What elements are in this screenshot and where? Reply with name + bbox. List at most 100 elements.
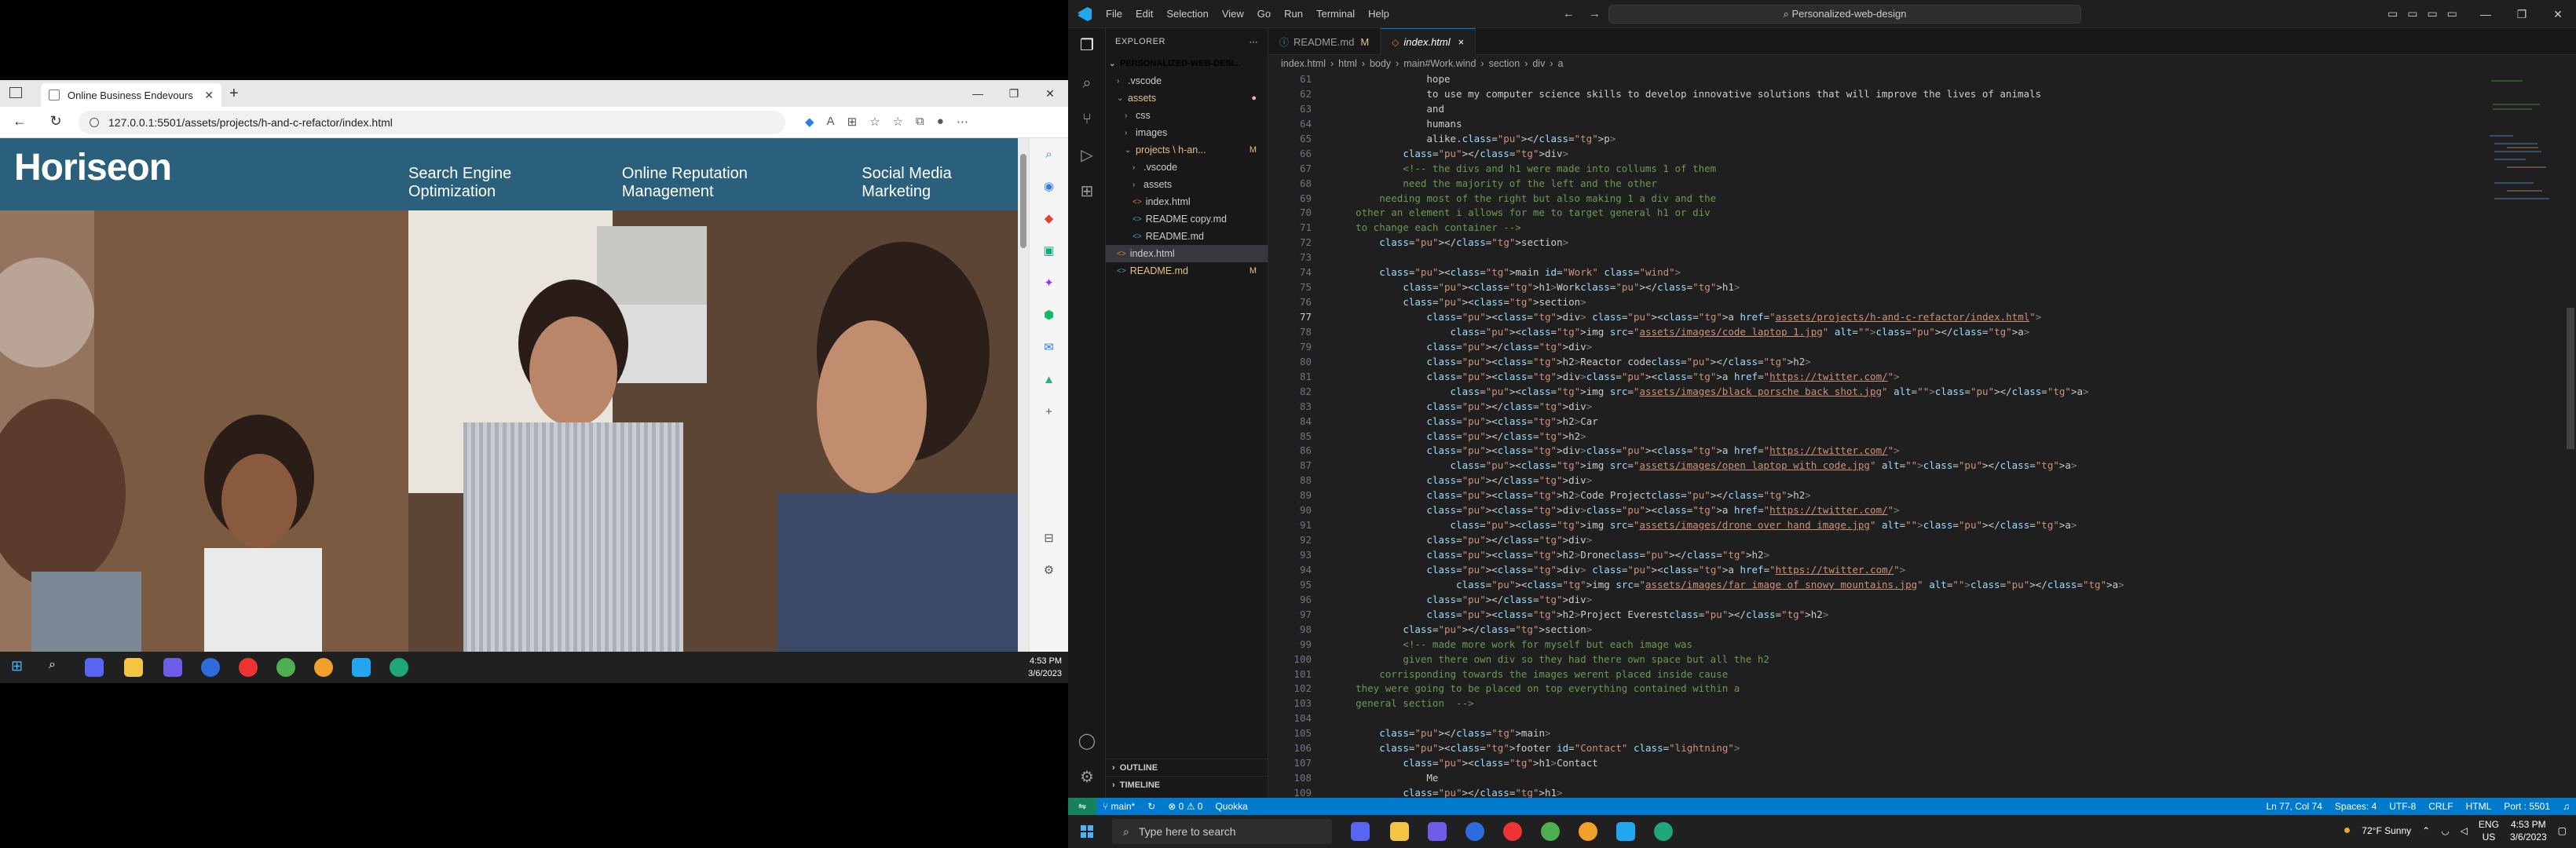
manage-gear-icon[interactable]: ⚙ [1078,768,1096,787]
code-line[interactable]: 71 to change each container --> [1268,221,2446,236]
minimap[interactable] [2483,72,2562,386]
code-line[interactable]: 67 <!-- the divs and h1 were made into c… [1268,162,2446,177]
weather-icon[interactable]: ● [2344,824,2351,838]
maximize-button[interactable]: ❐ [996,80,1032,107]
file-item[interactable]: <> README.md [1106,228,1268,245]
folder-item[interactable]: ⌄ assets ● [1106,90,1268,107]
account-icon[interactable]: ◯ [1078,732,1096,751]
close-window-button[interactable]: ✕ [1032,80,1068,107]
language-indicator[interactable]: ENG US [2479,818,2499,843]
quokka-status[interactable]: Quokka [1209,801,1253,812]
nav-link-reputation[interactable]: Online Reputation Management [622,165,838,201]
code-line[interactable]: 92 class="pu"></class="tg">div> [1268,533,2446,548]
file-explorer-icon[interactable] [1390,822,1409,841]
site-logo[interactable]: Horiseon [14,146,172,189]
chrome-icon[interactable] [1541,822,1560,841]
chrome-icon[interactable] [276,658,295,677]
close-tab-icon[interactable]: ✕ [204,89,214,102]
code-line[interactable]: 105 class="pu"></class="tg">main> [1268,726,2446,741]
taskbar-search[interactable]: ⌕ Type here to search [1112,819,1332,844]
vscode-icon[interactable] [1616,822,1635,841]
code-line[interactable]: 87 class="pu"><class="tg">img src="asset… [1268,459,2446,473]
layout-icons[interactable]: ▭▭▭▭ [2388,7,2467,20]
vscode-icon[interactable] [352,658,371,677]
breadcrumb-item[interactable]: section [1489,58,1520,69]
clock[interactable]: 4:53 PM 3/6/2023 [2510,818,2547,843]
sync-icon[interactable]: ↻ [1141,801,1162,812]
source-control-icon[interactable]: ⑂ [1078,110,1096,129]
breadcrumb-item[interactable]: main#Work.wind [1403,58,1476,69]
close-tab-icon[interactable]: × [1458,36,1465,48]
folder-item[interactable]: › images [1106,124,1268,141]
code-line[interactable]: 103 general section --> [1268,696,2446,711]
line-ending[interactable]: CRLF [2422,801,2459,812]
zoom-icon[interactable] [201,658,220,677]
history-nav-icons[interactable]: ←→ [1563,7,1615,20]
code-line[interactable]: 96 class="pu"></class="tg">div> [1268,593,2446,608]
live-server-port[interactable]: Port : 5501 [2497,801,2556,812]
code-line[interactable]: 109 class="pu"></class="tg">h1> [1268,786,2446,798]
volume-icon[interactable]: ◁ [2461,825,2468,836]
code-line[interactable]: 76 class="pu"><class="tg">section> [1268,295,2446,310]
code-line[interactable]: 91 class="pu"><class="tg">img src="asset… [1268,518,2446,533]
discord-icon[interactable] [1351,822,1370,841]
office-icon[interactable]: ⬢ [1030,299,1068,331]
code-line[interactable]: 102 they were going to be placed on top … [1268,682,2446,696]
nav-link-social[interactable]: Social Media Marketing [862,165,1021,201]
file-item[interactable]: <> README copy.md [1106,210,1268,228]
code-line[interactable]: 64 humans [1268,117,2446,132]
code-line[interactable]: 72 class="pu"></class="tg">section> [1268,236,2446,250]
breadcrumb-item[interactable]: index.html [1281,58,1326,69]
code-line[interactable]: 62 to use my computer science skills to … [1268,87,2446,102]
editor-scrollbar[interactable] [2565,72,2576,798]
start-icon[interactable] [1081,825,1093,838]
breadcrumb-item[interactable]: html [1338,58,1357,69]
code-line[interactable]: 61 hope [1268,72,2446,87]
file-item[interactable]: <> index.html [1106,193,1268,210]
nav-link-seo[interactable]: Search Engine Optimization [408,165,598,201]
branch-status[interactable]: ⑂ main* [1096,801,1141,812]
tools-icon[interactable]: ▣ [1030,235,1068,267]
drop-icon[interactable]: ▲ [1030,364,1068,396]
split-icon[interactable]: ⊟ [1030,522,1068,554]
minimize-button[interactable]: — [960,80,996,107]
code-line[interactable]: 65 alike.class="pu"></class="tg">p> [1268,132,2446,147]
menu-item-go[interactable]: Go [1257,8,1271,20]
code-line[interactable]: 86 class="pu"><class="tg">div>class="pu"… [1268,444,2446,459]
folder-item[interactable]: › css [1106,107,1268,124]
opera-icon[interactable] [1503,822,1522,841]
new-tab-icon[interactable]: + [229,85,239,103]
app-icon[interactable] [1428,822,1447,841]
code-line[interactable]: 88 class="pu"></class="tg">div> [1268,473,2446,488]
discover-icon[interactable]: ◉ [1030,170,1068,203]
folder-item[interactable]: › assets [1106,176,1268,193]
app-available-icon[interactable]: ⊞ [847,115,858,129]
network-icon[interactable]: ◡ [2441,825,2449,836]
outline-section[interactable]: › OUTLINE [1106,758,1268,776]
folder-item[interactable]: ⌄ projects \ h-an... M [1106,141,1268,159]
weather-text[interactable]: 72°F Sunny [2362,825,2411,836]
address-bar[interactable]: 127.0.0.1:5501/assets/projects/h-and-c-r… [79,111,785,134]
code-line[interactable]: 69 needing most of the right but also ma… [1268,192,2446,207]
collections-icon[interactable]: ⧉ [916,115,924,129]
menu-item-help[interactable]: Help [1368,8,1389,20]
explorer-icon[interactable]: ❐ [1078,36,1096,55]
chrome-alt-icon[interactable] [314,658,333,677]
breadcrumb-item[interactable]: body [1370,58,1391,69]
app-icon[interactable] [163,658,182,677]
code-line[interactable]: 94 class="pu"><class="tg">div> class="pu… [1268,563,2446,578]
menu-item-terminal[interactable]: Terminal [1316,8,1355,20]
more-icon[interactable]: ⋯ [957,115,968,129]
code-line[interactable]: 70 other an element i allows for me to t… [1268,206,2446,221]
code-line[interactable]: 73 [1268,250,2446,265]
start-icon[interactable]: ⊞ [11,658,30,677]
indentation[interactable]: Spaces: 4 [2329,801,2383,812]
code-line[interactable]: 89 class="pu"><class="tg">h2>Code Projec… [1268,488,2446,503]
add-favorite-icon[interactable]: ☆ [869,115,880,129]
code-line[interactable]: 81 class="pu"><class="tg">div>class="pu"… [1268,370,2446,385]
more-actions-icon[interactable]: ⋯ [1250,37,1259,47]
outlook-icon[interactable]: ✉ [1030,331,1068,364]
hidden-icons-icon[interactable]: ⌃ [2422,825,2430,836]
code-line[interactable]: 106 class="pu"><class="tg">footer id="Co… [1268,741,2446,756]
code-line[interactable]: 78 class="pu"><class="tg">img src="asset… [1268,325,2446,340]
